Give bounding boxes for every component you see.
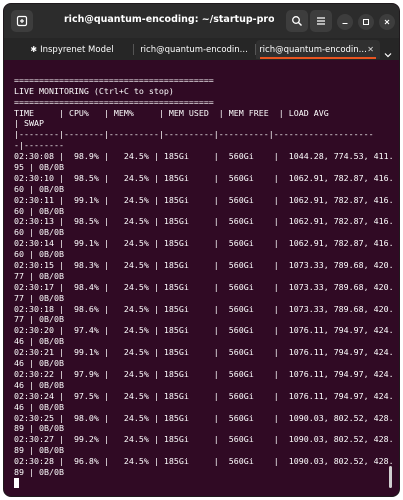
terminal-output[interactable]: ========================================… (14, 64, 394, 496)
terminal-line: 77 | 0B/0B (14, 314, 64, 325)
terminal-line: 77 | 0B/0B (14, 292, 64, 303)
terminal-line: 02:30:20 | 97.4% | 24.5% | 185Gi | 560Gi… (14, 325, 394, 336)
terminal-line: 89 | 0B/0B (14, 466, 64, 477)
tab-label: rich@quantum-encodin... (140, 44, 248, 55)
chevron-down-icon (384, 53, 392, 58)
terminal-prompt-line (14, 477, 390, 489)
text-cursor (14, 477, 19, 488)
terminal-line: 02:30:24 | 97.5% | 24.5% | 185Gi | 560Gi… (14, 390, 394, 401)
terminal-line: 02:30:21 | 99.1% | 24.5% | 185Gi | 560Gi… (14, 347, 394, 358)
terminal-line: -|-------- (14, 140, 64, 151)
terminal-line: 46 | 0B/0B (14, 379, 64, 390)
terminal-line: 02:30:10 | 98.5% | 24.5% | 185Gi | 560Gi… (14, 172, 394, 183)
search-icon (292, 16, 302, 26)
terminal-line: ======================================== (14, 96, 214, 107)
tab-label: rich@quantum-encodin... (259, 44, 367, 55)
tab-bar: ✱ Inspyrenet Model rich@quantum-encodin.… (4, 38, 399, 60)
tab-inspyrenet-model[interactable]: ✱ Inspyrenet Model (12, 40, 132, 59)
terminal-line: ======================================== (14, 74, 214, 85)
tab-overflow-button[interactable] (383, 45, 393, 58)
terminal-icon: ✱ (30, 45, 38, 54)
search-button[interactable] (286, 10, 308, 32)
new-tab-icon (16, 15, 28, 27)
close-button[interactable] (379, 14, 395, 30)
tab-label: Inspyrenet Model (40, 44, 114, 55)
terminal-line: 46 | 0B/0B (14, 401, 64, 412)
title-bar: rich@quantum-encoding: ~/startup-project… (4, 4, 399, 38)
terminal-line: 95 | 0B/0B (14, 162, 64, 173)
maximize-icon (363, 19, 369, 25)
terminal-line: 02:30:13 | 98.5% | 24.5% | 185Gi | 560Gi… (14, 216, 394, 227)
maximize-button[interactable] (358, 14, 374, 30)
scrollbar[interactable] (389, 466, 392, 488)
new-tab-button[interactable] (11, 10, 33, 32)
window-title: rich@quantum-encoding: ~/startup-project… (64, 14, 274, 25)
terminal-line: 46 | 0B/0B (14, 358, 64, 369)
terminal-line: 60 | 0B/0B (14, 183, 64, 194)
terminal-line: 02:30:11 | 99.1% | 24.5% | 185Gi | 560Gi… (14, 194, 394, 205)
terminal-line: 02:30:25 | 98.0% | 24.5% | 185Gi | 560Gi… (14, 412, 394, 423)
tab-close-icon[interactable]: ✕ (367, 45, 374, 54)
terminal-line: 02:30:22 | 97.9% | 24.5% | 185Gi | 560Gi… (14, 368, 394, 379)
terminal-line: 89 | 0B/0B (14, 445, 64, 456)
terminal-line: 60 | 0B/0B (14, 249, 64, 260)
close-icon (384, 19, 390, 25)
terminal-line: | SWAP (14, 118, 44, 129)
terminal-line: 02:30:28 | 96.8% | 24.5% | 185Gi | 560Gi… (14, 456, 394, 467)
terminal-line: 60 | 0B/0B (14, 205, 64, 216)
terminal-line: 02:30:08 | 98.9% | 24.5% | 185Gi | 560Gi… (14, 151, 394, 162)
terminal-line: 02:30:14 | 99.1% | 24.5% | 185Gi | 560Gi… (14, 238, 394, 249)
terminal-line: LIVE MONITORING (Ctrl+C to stop) (14, 85, 174, 96)
terminal-line: 02:30:15 | 98.3% | 24.5% | 185Gi | 560Gi… (14, 260, 394, 271)
tab-terminal-3-active[interactable]: rich@quantum-encodin... ✕ (256, 40, 380, 59)
tab-terminal-2[interactable]: rich@quantum-encodin... (134, 40, 254, 59)
terminal-line: 60 | 0B/0B (14, 227, 64, 238)
hamburger-menu-icon (317, 17, 325, 25)
terminal-line: 02:30:17 | 98.4% | 24.5% | 185Gi | 560Gi… (14, 281, 394, 292)
terminal-line: 46 | 0B/0B (14, 336, 64, 347)
minimize-icon (342, 22, 348, 25)
terminal-line: |--------|--------|----------|----------… (14, 129, 374, 140)
terminal-line: 02:30:27 | 99.2% | 24.5% | 185Gi | 560Gi… (14, 434, 394, 445)
menu-button[interactable] (310, 10, 332, 32)
terminal-line: 77 | 0B/0B (14, 270, 64, 281)
terminal-line: 02:30:18 | 98.6% | 24.5% | 185Gi | 560Gi… (14, 303, 394, 314)
terminal-window: rich@quantum-encoding: ~/startup-project… (3, 3, 400, 497)
terminal-line: 89 | 0B/0B (14, 423, 64, 434)
terminal-line: TIME | CPU% | MEM% | MEM USED | MEM FREE… (14, 107, 329, 118)
minimize-button[interactable] (337, 14, 353, 30)
